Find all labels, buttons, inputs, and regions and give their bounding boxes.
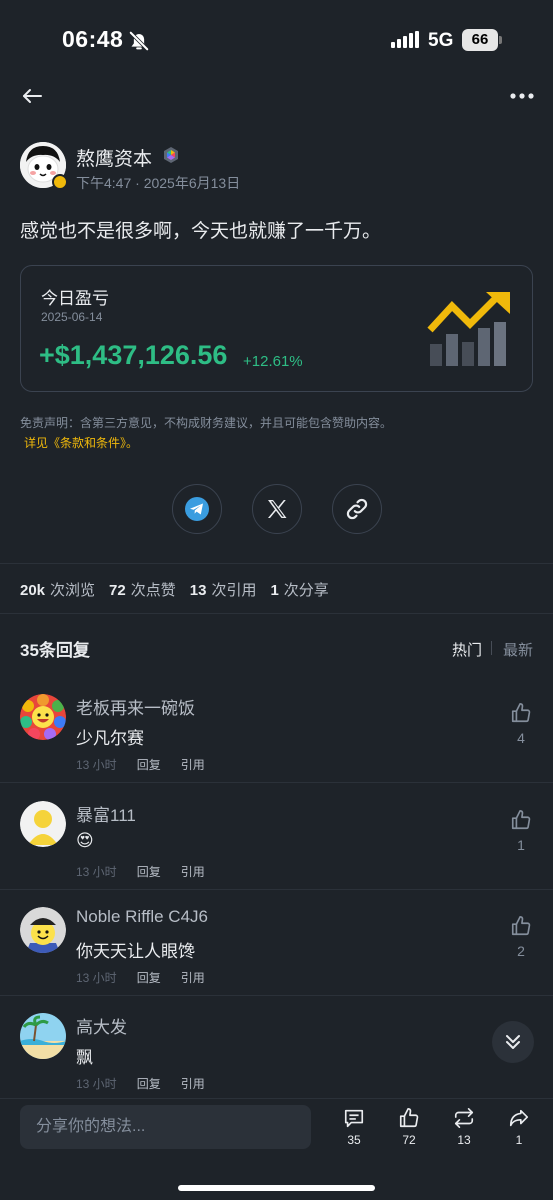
comment-text: 😍 <box>76 831 94 850</box>
disclaimer-text: 免责声明：含第三方意见，不构成财务建议，并且可能包含赞助内容。 <box>20 416 393 430</box>
bell-off-icon <box>128 30 150 52</box>
home-indicator <box>178 1185 375 1191</box>
more-options-icon[interactable] <box>508 84 536 108</box>
comment-time: 13 小时 <box>76 1077 117 1091</box>
reply-button[interactable]: 回复 <box>137 969 161 986</box>
views-stat: 20k 次浏览 <box>20 582 96 599</box>
quote-button[interactable]: 引用 <box>181 863 205 880</box>
quotes-stat: 13 次引用 <box>189 582 257 599</box>
link-icon <box>346 498 368 520</box>
pnl-card[interactable]: 今日盈亏 2025-06-14 +$1,437,126.56 +12.61% <box>20 265 533 392</box>
reply-button[interactable]: 回复 <box>137 863 161 880</box>
post-text: 感觉也不是很多啊，今天也就赚了一千万。 <box>20 221 382 242</box>
comment-time: 13 小时 <box>76 971 117 985</box>
commenter-name[interactable]: 高大发 <box>76 1013 127 1038</box>
double-chevron-down-icon <box>506 1035 520 1049</box>
commenter-name[interactable]: 老板再来一碗饭 <box>76 694 195 719</box>
repost-icon <box>454 1108 474 1128</box>
share-x-button[interactable] <box>252 484 302 534</box>
reposts-count: 13 <box>457 1133 471 1147</box>
battery-icon: 66 <box>462 29 498 51</box>
divider <box>0 995 553 996</box>
status-time: 06:48 <box>62 26 124 52</box>
signal-icon <box>391 31 419 48</box>
sort-separator <box>491 641 492 655</box>
quote-button[interactable]: 引用 <box>181 1075 205 1092</box>
copy-link-button[interactable] <box>332 484 382 534</box>
commenter-avatar[interactable] <box>20 694 66 740</box>
like-count: 4 <box>517 730 525 746</box>
x-icon <box>268 500 287 518</box>
share-telegram-button[interactable] <box>172 484 222 534</box>
commenter-name[interactable]: Noble Riffle C4J6 <box>76 907 208 927</box>
network-label: 5G <box>428 30 454 51</box>
terms-link[interactable]: 详见《条款和条件》。 <box>24 434 138 451</box>
quote-button[interactable]: 引用 <box>181 969 205 986</box>
quote-button[interactable]: 引用 <box>181 756 205 773</box>
comments-count: 35 <box>347 1133 361 1147</box>
commenter-avatar[interactable] <box>20 907 66 953</box>
author-name[interactable]: 熬鹰资本 <box>76 144 152 171</box>
profit-chart-icon <box>427 292 510 366</box>
comment-item: 暴富111 😍 13 小时 回复 引用 1 <box>0 791 553 897</box>
scroll-down-button[interactable] <box>492 1021 534 1063</box>
comment-text: 少凡尔赛 <box>76 729 144 748</box>
divider <box>0 613 553 614</box>
pnl-date: 2025-06-14 <box>41 310 103 324</box>
sort-latest-tab[interactable]: 最新 <box>503 639 533 660</box>
comment-time: 13 小时 <box>76 758 117 772</box>
back-arrow-icon[interactable] <box>20 84 44 108</box>
reply-button[interactable]: 回复 <box>137 1075 161 1092</box>
battery-tip <box>499 36 502 44</box>
comment-text: 你天天让人眼馋 <box>76 942 195 961</box>
comment-icon <box>344 1109 364 1128</box>
likes-stat: 72 次点赞 <box>109 582 176 599</box>
thumbs-up-icon[interactable] <box>510 702 532 724</box>
divider <box>0 563 553 564</box>
thumbs-up-icon <box>399 1108 419 1128</box>
commenter-name[interactable]: 暴富111 <box>76 801 136 826</box>
comment-meta: 13 小时 回复 引用 <box>76 1075 205 1092</box>
comment-item: Noble Riffle C4J6 你天天让人眼馋 13 小时 回复 引用 2 <box>0 897 553 1003</box>
commenter-avatar[interactable] <box>20 1013 66 1059</box>
divider <box>0 889 553 890</box>
like-count: 2 <box>517 943 525 959</box>
comment-meta: 13 小时 回复 引用 <box>76 863 205 880</box>
shares-count: 1 <box>515 1133 523 1147</box>
comment-item: 高大发 飘 13 小时 回复 引用 <box>0 1003 553 1109</box>
status-bar: 06:48 5G 66 <box>0 0 553 80</box>
repost-action[interactable]: 13 <box>444 1107 484 1147</box>
pnl-title: 今日盈亏 <box>41 289 109 308</box>
post-timestamp: 下午4:47 · 2025年6月13日 <box>76 175 241 191</box>
likes-count: 72 <box>402 1133 416 1147</box>
pnl-amount: +$1,437,126.56 <box>39 340 228 370</box>
share-arrow-icon <box>509 1109 529 1127</box>
like-count: 1 <box>517 837 525 853</box>
comments-action[interactable]: 35 <box>334 1107 374 1147</box>
creator-badge-icon <box>164 147 178 163</box>
telegram-icon <box>185 497 209 521</box>
like-action[interactable]: 72 <box>389 1107 429 1147</box>
comment-meta: 13 小时 回复 引用 <box>76 969 205 986</box>
comment-meta: 13 小时 回复 引用 <box>76 756 205 773</box>
divider <box>0 782 553 783</box>
shares-stat: 1 次分享 <box>270 582 329 599</box>
thumbs-up-icon[interactable] <box>510 809 532 831</box>
commenter-avatar[interactable] <box>20 801 66 847</box>
pnl-percent: +12.61% <box>243 353 303 370</box>
comment-time: 13 小时 <box>76 865 117 879</box>
post-stats: 20k 次浏览 72 次点赞 13 次引用 1 次分享 <box>20 579 329 600</box>
share-action[interactable]: 1 <box>499 1107 539 1147</box>
comment-text: 飘 <box>76 1048 93 1067</box>
comment-item: 老板再来一碗饭 少凡尔赛 13 小时 回复 引用 4 <box>0 684 553 790</box>
verified-badge-icon <box>52 174 68 190</box>
sort-hot-tab[interactable]: 热门 <box>452 639 482 660</box>
reply-button[interactable]: 回复 <box>137 756 161 773</box>
reply-input[interactable] <box>20 1105 311 1149</box>
bottom-action-bar: 35 72 13 1 <box>0 1098 553 1200</box>
thumbs-up-icon[interactable] <box>510 915 532 937</box>
replies-count-title: 35条回复 <box>20 641 90 660</box>
